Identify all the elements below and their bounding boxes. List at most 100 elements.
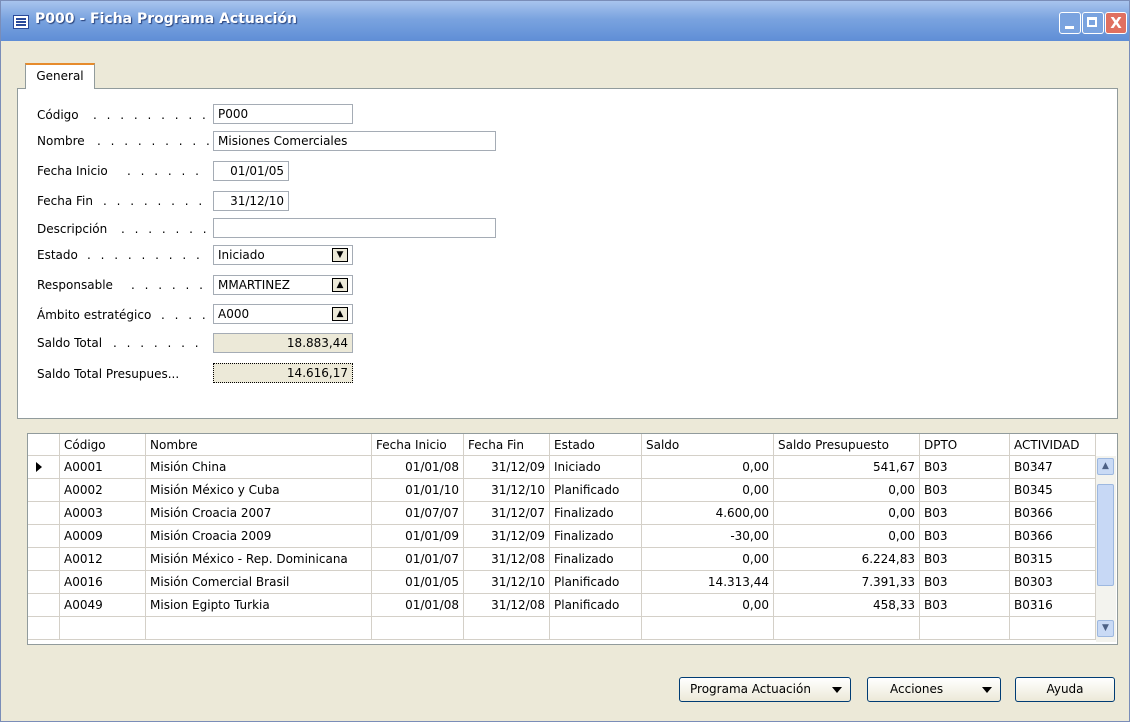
table-cell[interactable]: 0,00 [642, 594, 774, 617]
table-cell[interactable]: Finalizado [550, 525, 642, 548]
table-cell[interactable]: Finalizado [550, 548, 642, 571]
table-cell[interactable]: 4.600,00 [642, 502, 774, 525]
table-cell[interactable]: Iniciado [550, 456, 642, 479]
table-cell[interactable]: 0,00 [774, 502, 920, 525]
table-cell[interactable]: 7.391,33 [774, 571, 920, 594]
nombre-field[interactable]: Misiones Comerciales [213, 131, 496, 151]
table-cell[interactable]: 01/01/10 [372, 479, 464, 502]
table-cell[interactable]: 458,33 [774, 594, 920, 617]
fecha-inicio-field[interactable]: 01/01/05 [213, 161, 289, 181]
table-cell[interactable]: B03 [920, 502, 1010, 525]
table-cell[interactable]: 01/01/08 [372, 594, 464, 617]
acciones-button[interactable]: Acciones [867, 677, 1001, 702]
column-header[interactable]: Fecha Fin [464, 434, 550, 456]
column-header[interactable]: Saldo [642, 434, 774, 456]
row-selector[interactable] [28, 571, 60, 594]
table-cell[interactable] [60, 617, 146, 640]
column-header[interactable]: DPTO [920, 434, 1010, 456]
table-cell[interactable]: 01/01/09 [372, 525, 464, 548]
table-cell[interactable] [146, 617, 372, 640]
table-cell[interactable]: 01/01/08 [372, 456, 464, 479]
table-cell[interactable]: 01/01/07 [372, 548, 464, 571]
table-cell[interactable]: Misión México - Rep. Dominicana [146, 548, 372, 571]
table-cell[interactable]: -30,00 [642, 525, 774, 548]
table-cell[interactable]: 31/12/07 [464, 502, 550, 525]
row-selector[interactable] [28, 525, 60, 548]
table-cell[interactable]: B0347 [1010, 456, 1096, 479]
row-selector[interactable] [28, 502, 60, 525]
table-cell[interactable]: B0303 [1010, 571, 1096, 594]
table-cell[interactable]: A0049 [60, 594, 146, 617]
ayuda-button[interactable]: Ayuda [1015, 677, 1115, 702]
table-cell[interactable]: Misión Croacia 2007 [146, 502, 372, 525]
table-cell[interactable]: B0345 [1010, 479, 1096, 502]
row-selector[interactable] [28, 479, 60, 502]
tab-general[interactable]: General [25, 63, 95, 89]
table-cell[interactable] [920, 617, 1010, 640]
table-cell[interactable]: B0315 [1010, 548, 1096, 571]
table-cell[interactable]: B0366 [1010, 525, 1096, 548]
scroll-thumb[interactable] [1097, 484, 1114, 586]
table-cell[interactable]: 01/07/07 [372, 502, 464, 525]
column-header[interactable]: Código [60, 434, 146, 456]
table-cell[interactable]: 31/12/10 [464, 571, 550, 594]
table-cell[interactable]: 541,67 [774, 456, 920, 479]
table-cell[interactable] [550, 617, 642, 640]
table-cell[interactable]: 6.224,83 [774, 548, 920, 571]
column-header[interactable]: Saldo Presupuesto [774, 434, 920, 456]
table-cell[interactable]: A0016 [60, 571, 146, 594]
close-icon[interactable]: X [1105, 12, 1127, 34]
column-header[interactable]: Estado [550, 434, 642, 456]
scroll-down-icon[interactable]: ▼ [1097, 620, 1114, 637]
table-cell[interactable]: Planificado [550, 479, 642, 502]
table-cell[interactable]: Misión Croacia 2009 [146, 525, 372, 548]
column-header[interactable]: Fecha Inicio [372, 434, 464, 456]
table-cell[interactable]: 0,00 [774, 479, 920, 502]
fecha-fin-field[interactable]: 31/12/10 [213, 191, 289, 211]
programa-actuacion-button[interactable]: Programa Actuación [679, 677, 851, 702]
table-cell[interactable] [372, 617, 464, 640]
table-cell[interactable]: B0366 [1010, 502, 1096, 525]
table-cell[interactable]: 31/12/10 [464, 479, 550, 502]
table-cell[interactable]: Finalizado [550, 502, 642, 525]
table-cell[interactable]: B03 [920, 548, 1010, 571]
table-cell[interactable]: 31/12/09 [464, 456, 550, 479]
table-cell[interactable] [642, 617, 774, 640]
table-cell[interactable]: A0003 [60, 502, 146, 525]
table-cell[interactable]: 31/12/09 [464, 525, 550, 548]
column-header[interactable]: ACTIVIDAD [1010, 434, 1096, 456]
lookup-arrow-icon[interactable]: ▲ [332, 278, 348, 292]
table-cell[interactable]: A0001 [60, 456, 146, 479]
row-selector[interactable] [28, 456, 60, 479]
row-selector[interactable] [28, 617, 60, 640]
table-cell[interactable] [464, 617, 550, 640]
table-cell[interactable] [1010, 617, 1096, 640]
dropdown-arrow-icon[interactable]: ▼ [332, 248, 348, 262]
table-cell[interactable]: B03 [920, 479, 1010, 502]
table-cell[interactable]: 31/12/08 [464, 594, 550, 617]
scroll-up-icon[interactable]: ▲ [1097, 458, 1114, 475]
minimize-icon[interactable] [1059, 12, 1081, 34]
column-header[interactable]: Nombre [146, 434, 372, 456]
lookup-arrow-icon[interactable]: ▲ [332, 307, 348, 321]
table-cell[interactable]: 01/01/05 [372, 571, 464, 594]
table-cell[interactable]: B03 [920, 571, 1010, 594]
table-cell[interactable]: B0316 [1010, 594, 1096, 617]
table-cell[interactable]: 0,00 [774, 525, 920, 548]
title-bar[interactable]: P000 - Ficha Programa Actuación X [1, 1, 1129, 41]
maximize-icon[interactable] [1082, 12, 1104, 34]
descripcion-field[interactable] [213, 218, 496, 238]
codigo-field[interactable]: P000 [213, 104, 353, 124]
table-cell[interactable]: B03 [920, 456, 1010, 479]
table-cell[interactable]: Misión China [146, 456, 372, 479]
table-cell[interactable]: Mision Egipto Turkia [146, 594, 372, 617]
table-cell[interactable]: 0,00 [642, 456, 774, 479]
row-selector[interactable] [28, 594, 60, 617]
table-cell[interactable]: Misión Comercial Brasil [146, 571, 372, 594]
table-cell[interactable]: A0012 [60, 548, 146, 571]
table-cell[interactable]: 0,00 [642, 479, 774, 502]
table-cell[interactable]: 0,00 [642, 548, 774, 571]
table-cell[interactable]: B03 [920, 525, 1010, 548]
table-cell[interactable]: 31/12/08 [464, 548, 550, 571]
table-cell[interactable] [774, 617, 920, 640]
